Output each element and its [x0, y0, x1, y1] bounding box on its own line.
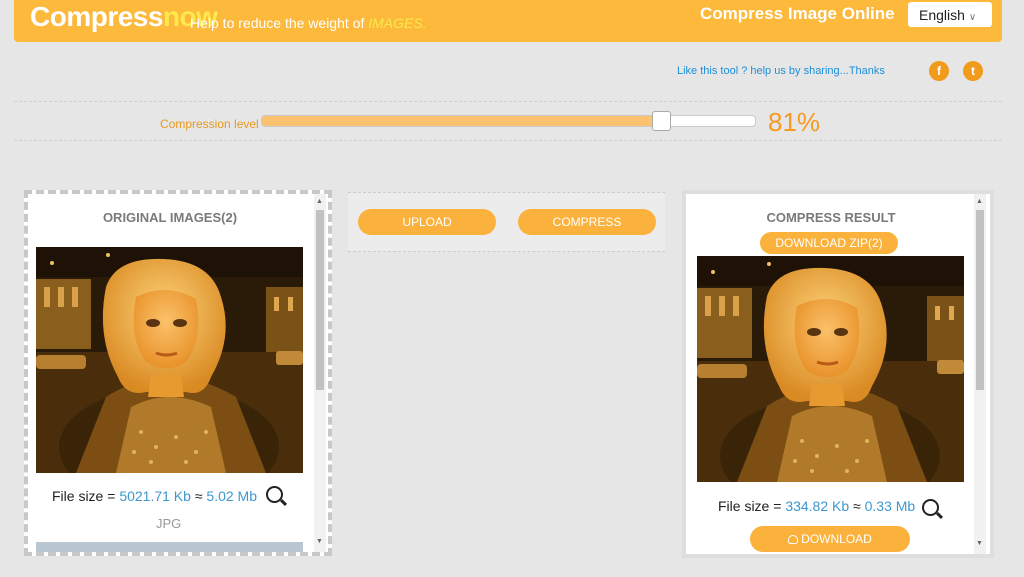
- divider: [14, 101, 1002, 102]
- header-title: Compress Image Online: [700, 4, 895, 23]
- original-images-panel: ORIGINAL IMAGES(2) File size = 5021.71 K…: [24, 190, 332, 556]
- divider: [14, 140, 1002, 141]
- twitter-icon[interactable]: t: [963, 61, 983, 81]
- scroll-down-icon[interactable]: ▼: [316, 538, 323, 545]
- zoom-icon[interactable]: [922, 499, 939, 516]
- scroll-down-icon[interactable]: ▼: [976, 540, 983, 547]
- zoom-icon[interactable]: [266, 486, 283, 503]
- original-scrollbar[interactable]: ▲ ▼: [314, 194, 326, 552]
- compression-level-label: Compression level: [160, 117, 259, 131]
- chevron-down-icon: ∨: [968, 12, 977, 23]
- file-size-mb: 5.02 Mb: [206, 488, 257, 504]
- facebook-glyph: f: [937, 64, 941, 78]
- compressed-image-thumbnail[interactable]: [697, 256, 964, 482]
- result-scrollbar[interactable]: ▲ ▼: [974, 194, 986, 554]
- action-panel: UPLOAD COMPRESS: [348, 192, 665, 252]
- compression-slider[interactable]: [261, 111, 756, 131]
- result-file-size: File size = 334.82 Kb ≈ 0.33 Mb: [718, 498, 915, 514]
- original-file-size: File size = 5021.71 Kb ≈ 5.02 Mb: [52, 488, 257, 504]
- cloud-download-icon: [788, 535, 799, 544]
- file-size-kb: 334.82 Kb: [785, 498, 850, 514]
- approx-sign: ≈: [194, 488, 203, 504]
- result-panel-title: COMPRESS RESULT: [766, 210, 896, 225]
- scrollbar-thumb[interactable]: [316, 210, 324, 390]
- logo-main: Compress: [30, 1, 163, 32]
- compression-level-value: 81%: [768, 107, 821, 137]
- slider-fill: [262, 116, 662, 126]
- share-message: Like this tool ? help us by sharing...Th…: [677, 65, 885, 77]
- file-size-mb: 0.33 Mb: [864, 498, 916, 514]
- tagline-highlight: IMAGES.: [368, 15, 427, 31]
- compress-result-panel: COMPRESS RESULT DOWNLOAD ZIP(2) File siz…: [682, 190, 994, 558]
- approx-sign: ≈: [853, 498, 861, 514]
- file-size-label: File size =: [52, 488, 116, 504]
- compress-button[interactable]: COMPRESS: [518, 209, 656, 235]
- facebook-icon[interactable]: f: [929, 61, 949, 81]
- slider-handle[interactable]: [652, 111, 672, 131]
- tagline: Help to reduce the weight of IMAGES.: [190, 15, 427, 31]
- file-size-label: File size =: [718, 498, 782, 514]
- next-image-thumbnail[interactable]: [36, 542, 303, 552]
- download-zip-button[interactable]: DOWNLOAD ZIP(2): [760, 232, 898, 254]
- scrollbar-thumb[interactable]: [976, 210, 984, 390]
- tagline-prefix: Help to reduce the weight of: [190, 15, 365, 31]
- original-panel-title: ORIGINAL IMAGES(2): [102, 210, 238, 225]
- file-size-kb: 5021.71 Kb: [119, 488, 191, 504]
- original-image-thumbnail[interactable]: [36, 247, 303, 473]
- original-format: JPG: [156, 516, 182, 531]
- upload-button[interactable]: UPLOAD: [358, 209, 496, 235]
- top-bar: Compressnow Help to reduce the weight of…: [14, 0, 1002, 42]
- download-button[interactable]: DOWNLOAD: [750, 526, 910, 552]
- download-label: DOWNLOAD: [801, 532, 872, 546]
- language-select[interactable]: English ∨: [908, 2, 992, 27]
- scroll-up-icon[interactable]: ▲: [976, 198, 983, 205]
- language-value: English: [919, 7, 965, 23]
- twitter-glyph: t: [971, 64, 975, 78]
- scroll-up-icon[interactable]: ▲: [316, 198, 323, 205]
